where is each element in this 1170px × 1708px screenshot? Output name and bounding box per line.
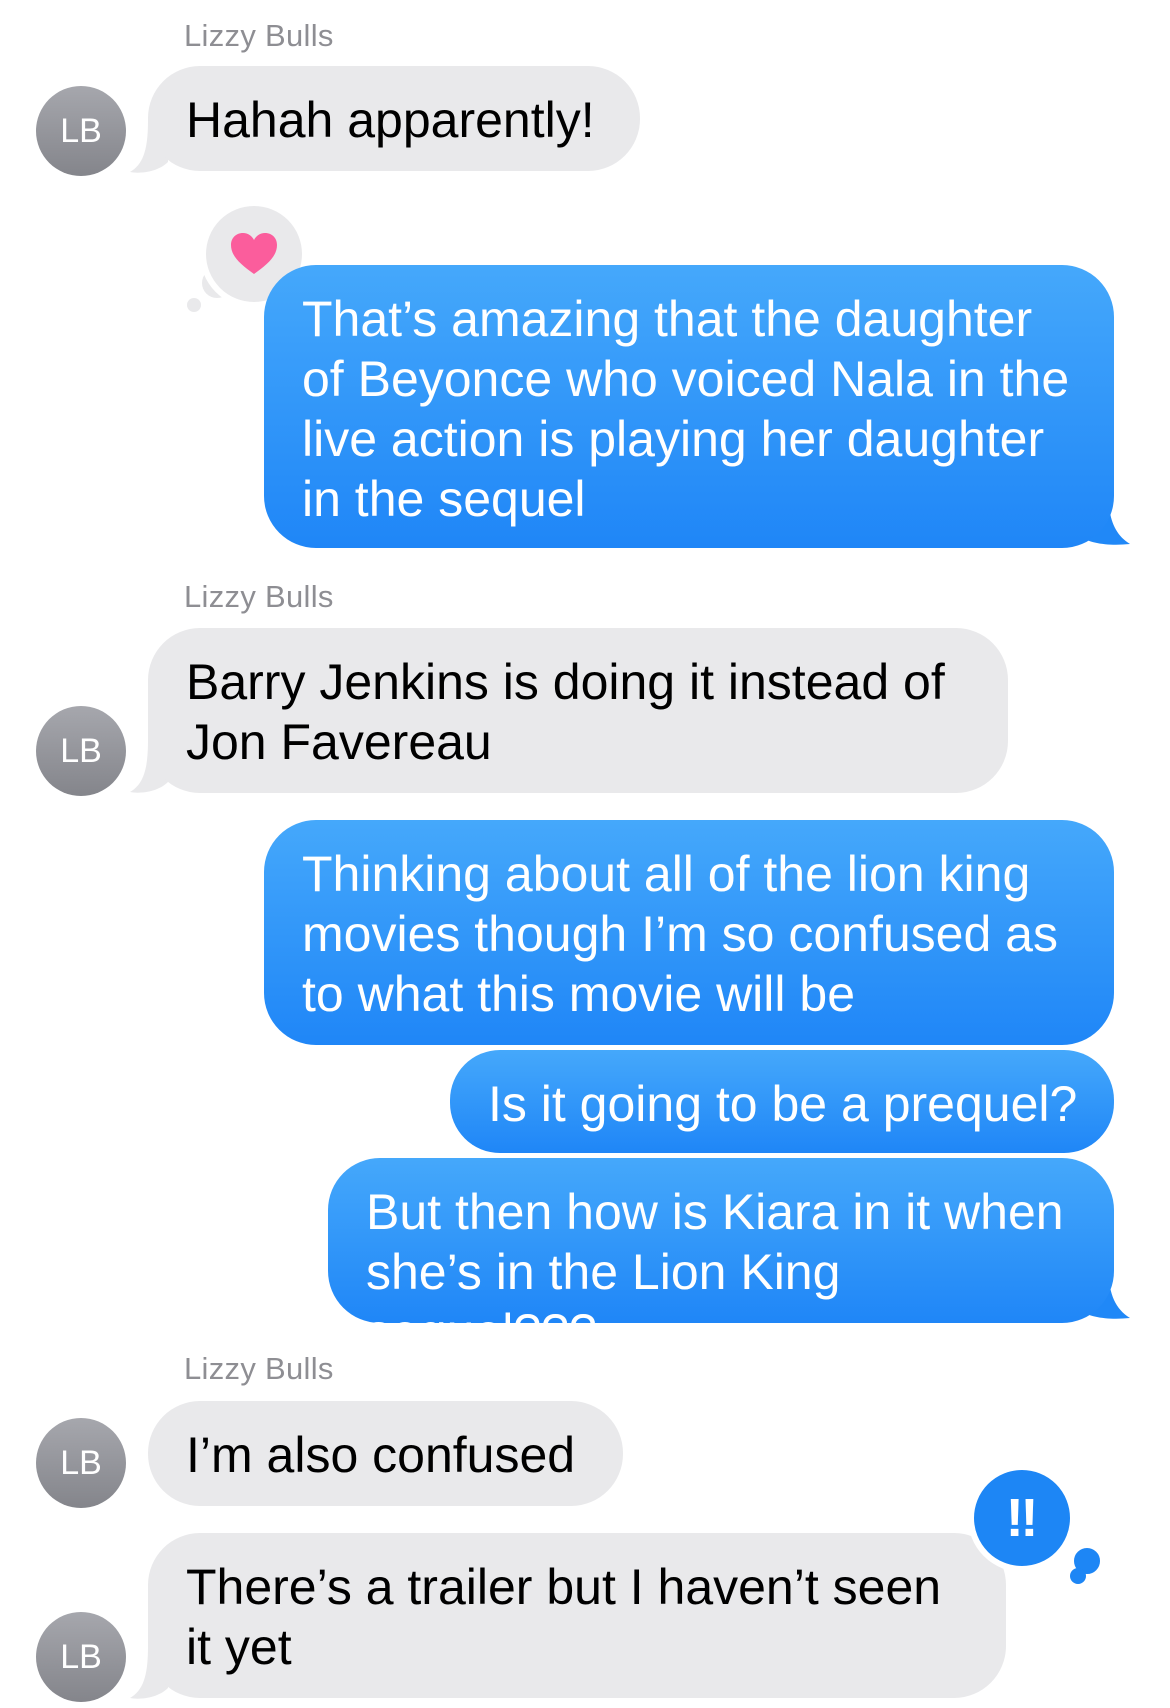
message-bubble-incoming[interactable]: Barry Jenkins is doing it instead of Jon… [148, 628, 1008, 793]
avatar-initials: LB [60, 1443, 102, 1482]
message-text: Hahah apparently! [186, 92, 595, 148]
message-bubble-outgoing[interactable]: That’s amazing that the daughter of Beyo… [264, 265, 1114, 548]
message-text: Is it going to be a prequel? [488, 1076, 1078, 1132]
sender-name: Lizzy Bulls [184, 579, 334, 614]
avatar[interactable]: LB [36, 1418, 126, 1508]
message-text: I’m also confused [186, 1427, 576, 1483]
message-bubble-outgoing[interactable]: Thinking about all of the lion king movi… [264, 820, 1114, 1045]
message-text: That’s amazing that the daughter of Beyo… [302, 291, 1070, 527]
message-bubble-outgoing[interactable]: But then how is Kiara in it when she’s i… [328, 1158, 1114, 1360]
tapback-bubble-dot [1070, 1568, 1086, 1584]
message-text: Barry Jenkins is doing it instead of Jon… [186, 654, 945, 770]
message-bubble-incoming[interactable]: I’m also confused [148, 1401, 623, 1506]
avatar[interactable]: LB [36, 706, 126, 796]
avatar[interactable]: LB [36, 1612, 126, 1702]
avatar-initials: LB [60, 731, 102, 770]
tapback-bubble-dot [187, 298, 201, 312]
message-bubble-incoming[interactable]: Hahah apparently! [148, 66, 640, 171]
message-text: There’s a trailer but I haven’t seen it … [186, 1559, 942, 1675]
sender-name: Lizzy Bulls [184, 1351, 334, 1386]
heart-icon [231, 233, 277, 274]
message-text: Thinking about all of the lion king movi… [302, 846, 1058, 1022]
tapback-emphasize[interactable]: ‼ [968, 1464, 1076, 1572]
message-bubble-incoming[interactable]: There’s a trailer but I haven’t seen it … [148, 1533, 1006, 1698]
message-bubble-outgoing[interactable]: Is it going to be a prequel? [450, 1050, 1114, 1153]
avatar-initials: LB [60, 111, 102, 150]
message-text: But then how is Kiara in it when she’s i… [366, 1184, 1064, 1360]
avatar-initials: LB [60, 1637, 102, 1676]
double-exclamation-icon: ‼ [1005, 1488, 1039, 1548]
avatar[interactable]: LB [36, 86, 126, 176]
sender-name: Lizzy Bulls [184, 18, 334, 53]
